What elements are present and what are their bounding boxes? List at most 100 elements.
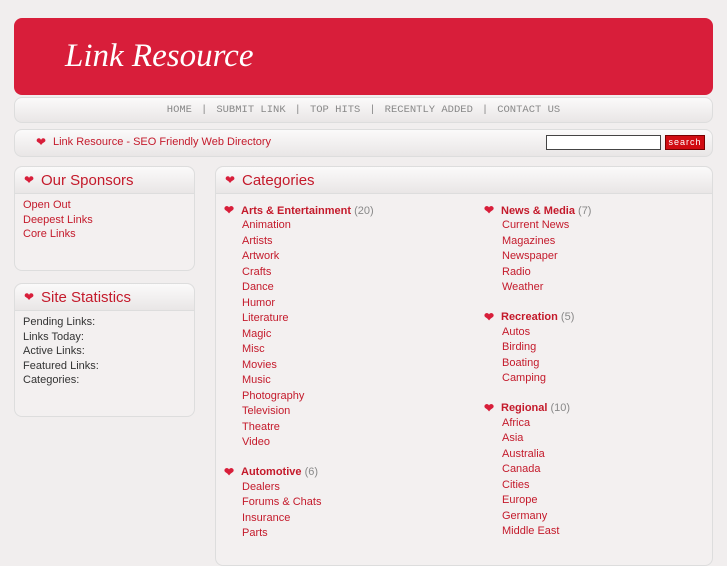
subcategory-link[interactable]: Music <box>242 374 271 386</box>
subcategory-item: Camping <box>502 371 591 387</box>
nav-separator: | <box>201 104 208 116</box>
subcategory-link[interactable]: Newspaper <box>502 250 558 262</box>
subcategory-link[interactable]: Magic <box>242 328 271 340</box>
category-group: ❤ Regional (10) Africa Asia Australia Canada C… <box>484 401 591 540</box>
nav-link-submit-link[interactable]: SUBMIT LINK <box>216 104 285 116</box>
subcategory-link[interactable]: Middle East <box>502 525 559 537</box>
category-count: (6) <box>304 466 319 478</box>
subcategory-item: Dance <box>242 280 374 296</box>
subcategory-item: Magazines <box>502 234 591 250</box>
subcategory-link[interactable]: Birding <box>502 341 536 353</box>
subcategory-item: Animation <box>242 218 374 234</box>
heart-icon: ❤ <box>484 400 495 415</box>
subcategory-link[interactable]: Germany <box>502 510 547 522</box>
stat-label: Pending Links: <box>23 316 96 328</box>
subcategory-item: Humor <box>242 296 374 312</box>
search-input[interactable] <box>546 135 661 150</box>
subcategory-link[interactable]: Boating <box>502 357 539 369</box>
stat-label: Categories: <box>23 374 80 387</box>
sponsor-link[interactable]: Core Links <box>23 228 76 240</box>
subcategory-link[interactable]: Parts <box>242 527 268 539</box>
category-group: ❤ Arts & Entertainment (20) Animation Artis… <box>224 203 374 451</box>
nav-link-top-hits[interactable]: TOP HITS <box>310 104 360 116</box>
tagline-text[interactable]: Link Resource - SEO Friendly Web Directo… <box>53 136 271 148</box>
subcategory-link[interactable]: Magazines <box>502 235 555 247</box>
heart-icon: ❤ <box>24 289 35 304</box>
subcategory-link[interactable]: Humor <box>242 297 275 309</box>
subcategory-item: Radio <box>502 265 591 281</box>
category-link[interactable]: Arts & Entertainment <box>241 205 351 217</box>
heart-icon: ❤ <box>36 134 47 149</box>
heart-icon: ❤ <box>484 203 495 217</box>
subcategory-item: Artists <box>242 234 374 250</box>
subcategory-link[interactable]: Autos <box>502 326 530 338</box>
subcategory-link[interactable]: Current News <box>502 219 569 231</box>
subcategory-link[interactable]: Dance <box>242 281 274 293</box>
nav-link-recently-added[interactable]: RECENTLY ADDED <box>385 104 473 116</box>
sponsor-link[interactable]: Open Out <box>23 199 71 211</box>
site-logo[interactable]: Link Resource <box>65 38 253 75</box>
subcategory-link[interactable]: Video <box>242 436 270 448</box>
category-link[interactable]: Automotive <box>241 466 302 478</box>
sponsors-box: ❤ Our Sponsors Open Out Deepest Links Core … <box>14 166 195 271</box>
subcategory-link[interactable]: Artwork <box>242 250 279 262</box>
category-label: Recreation (5) <box>501 311 574 323</box>
stats-item: Featured Links: <box>23 359 186 374</box>
subcategory-item: Dealers <box>242 480 374 496</box>
subcategory-link[interactable]: Crafts <box>242 266 271 278</box>
heart-icon: ❤ <box>225 172 236 187</box>
stat-label: Featured Links: <box>23 359 99 372</box>
subcategory-link[interactable]: Misc <box>242 343 265 355</box>
subcategory-link[interactable]: Canada <box>502 463 541 475</box>
category-label: Regional (10) <box>501 402 570 414</box>
stats-item: Active Links: <box>23 344 186 359</box>
subcategory-link[interactable]: Animation <box>242 219 291 231</box>
category-title: ❤ Arts & Entertainment (20) <box>224 203 374 218</box>
category-count: (20) <box>354 204 374 217</box>
heart-icon: ❤ <box>224 464 235 479</box>
subcategory-list: Autos Birding Boating Camping <box>484 325 591 387</box>
subcategory-item: Australia <box>502 447 591 463</box>
heart-icon: ❤ <box>24 172 35 187</box>
subcategory-list: Africa Asia Australia Canada Cities Europe Ger… <box>484 416 591 540</box>
subcategory-link[interactable]: Photography <box>242 390 304 402</box>
subcategory-item: Middle East <box>502 524 591 540</box>
subcategory-link[interactable]: Television <box>242 405 290 417</box>
subcategory-link[interactable]: Cities <box>502 479 530 491</box>
categories-box: ❤ Categories ❤ Arts & Entertainment (20) An… <box>215 166 713 566</box>
sponsors-item: Deepest Links <box>23 213 186 228</box>
categories-title: Categories <box>242 171 315 189</box>
category-label: News & Media (7) <box>501 205 591 217</box>
subcategory-list: Animation Artists Artwork Crafts Dance Humor L… <box>224 218 374 451</box>
category-link[interactable]: Regional <box>501 402 547 414</box>
subcategory-link[interactable]: Insurance <box>242 512 290 524</box>
main-nav: HOME | SUBMIT LINK | TOP HITS | RECENTLY ADDED… <box>14 97 713 123</box>
subcategory-link[interactable]: Artists <box>242 235 273 247</box>
sponsor-link[interactable]: Deepest Links <box>23 214 93 226</box>
search-button[interactable]: search <box>665 135 705 150</box>
subcategory-link[interactable]: Africa <box>502 417 530 429</box>
subcategory-link[interactable]: Theatre <box>242 421 280 433</box>
subcategory-link[interactable]: Dealers <box>242 481 280 493</box>
subcategory-link[interactable]: Asia <box>502 432 523 444</box>
subcategory-item: Parts <box>242 526 374 542</box>
subcategory-link[interactable]: Literature <box>242 312 288 324</box>
category-link[interactable]: News & Media <box>501 205 575 217</box>
nav-separator: | <box>369 104 376 116</box>
subcategory-item: Cities <box>502 478 591 494</box>
subcategory-link[interactable]: Australia <box>502 448 545 460</box>
category-group: ❤ News & Media (7) Current News Magazines Ne… <box>484 203 591 296</box>
subcategory-link[interactable]: Weather <box>502 281 543 293</box>
nav-link-home[interactable]: HOME <box>167 104 192 116</box>
nav-link-contact-us[interactable]: CONTACT US <box>497 104 560 116</box>
subcategory-link[interactable]: Europe <box>502 494 537 506</box>
subcategory-link[interactable]: Camping <box>502 372 546 384</box>
stats-title: Site Statistics <box>41 288 132 306</box>
subcategory-link[interactable]: Movies <box>242 359 277 371</box>
category-title: ❤ News & Media (7) <box>484 203 591 218</box>
subcategory-item: Artwork <box>242 249 374 265</box>
category-count: (10) <box>550 402 571 414</box>
category-link[interactable]: Recreation <box>501 311 558 323</box>
subcategory-link[interactable]: Radio <box>502 266 531 278</box>
subcategory-link[interactable]: Forums & Chats <box>242 496 321 508</box>
